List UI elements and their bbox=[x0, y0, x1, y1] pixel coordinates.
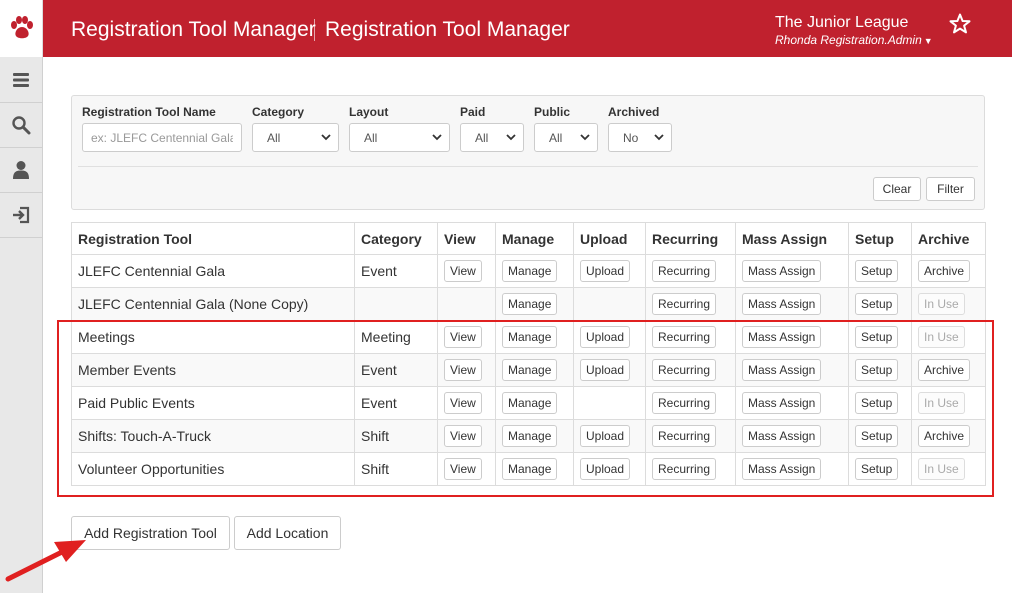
name-filter-input[interactable] bbox=[82, 123, 242, 152]
archived-select[interactable]: No bbox=[608, 123, 672, 152]
view-cell bbox=[437, 287, 496, 321]
column-header-category[interactable]: Category bbox=[354, 222, 438, 255]
org-name: The Junior League bbox=[775, 14, 909, 31]
paid-select-value: All bbox=[475, 131, 489, 145]
user-icon bbox=[13, 161, 29, 179]
chevron-down-icon bbox=[654, 134, 664, 141]
app-title[interactable]: Registration Tool Manager bbox=[71, 17, 316, 43]
clear-button[interactable]: Clear bbox=[873, 177, 921, 201]
archive-cell: Archive bbox=[911, 254, 986, 288]
search-button[interactable] bbox=[0, 103, 42, 148]
chevron-down-icon bbox=[506, 134, 516, 141]
column-header-setup: Setup bbox=[848, 222, 912, 255]
title-divider bbox=[314, 19, 315, 41]
top-header: Registration Tool Manager Registration T… bbox=[0, 0, 1012, 57]
column-header-mass-assign: Mass Assign bbox=[735, 222, 849, 255]
in-use-button: In Use bbox=[918, 293, 965, 315]
user-menu[interactable]: Rhonda Registration.Admin ▼ bbox=[775, 33, 933, 47]
caret-down-icon: ▼ bbox=[923, 36, 933, 46]
column-header-view: View bbox=[437, 222, 496, 255]
user-name: Rhonda Registration.Admin bbox=[775, 33, 922, 47]
view-cell: View bbox=[437, 254, 496, 288]
paid-select[interactable]: All bbox=[460, 123, 524, 152]
archive-cell: In Use bbox=[911, 287, 986, 321]
upload-button[interactable]: Upload bbox=[580, 260, 631, 282]
recurring-cell: Recurring bbox=[645, 254, 736, 288]
column-header-registration-tool[interactable]: Registration Tool bbox=[71, 222, 355, 255]
annotation-arrow-icon bbox=[5, 540, 86, 582]
star-icon[interactable] bbox=[948, 12, 972, 36]
logout-button[interactable] bbox=[0, 193, 42, 238]
table-header-row: Registration Tool Category View Manage U… bbox=[71, 222, 986, 255]
table-row: JLEFC Centennial Gala Event View Manage … bbox=[71, 254, 986, 288]
category-select-value: All bbox=[267, 131, 281, 145]
manage-cell: Manage bbox=[495, 254, 574, 288]
mass-assign-button[interactable]: Mass Assign bbox=[742, 260, 822, 282]
search-icon bbox=[12, 116, 31, 135]
filter-panel: Registration Tool Name Category All Layo… bbox=[71, 95, 985, 210]
filter-button[interactable]: Filter bbox=[926, 177, 975, 201]
filter-divider bbox=[78, 166, 978, 167]
paid-filter-label: Paid bbox=[460, 105, 486, 119]
left-sidebar bbox=[0, 57, 43, 593]
logout-icon bbox=[13, 206, 30, 224]
public-filter-label: Public bbox=[534, 105, 571, 119]
annotation-highlight-box bbox=[57, 320, 994, 497]
column-header-manage: Manage bbox=[495, 222, 574, 255]
layout-select[interactable]: All bbox=[349, 123, 450, 152]
mass-assign-cell: Mass Assign bbox=[735, 254, 849, 288]
manage-button[interactable]: Manage bbox=[502, 260, 558, 282]
archive-button[interactable]: Archive bbox=[918, 260, 971, 282]
view-button[interactable]: View bbox=[444, 260, 482, 282]
public-select-value: All bbox=[549, 131, 563, 145]
recurring-button[interactable]: Recurring bbox=[652, 260, 717, 282]
archived-select-value: No bbox=[623, 131, 639, 145]
category-select[interactable]: All bbox=[252, 123, 339, 152]
upload-cell: Upload bbox=[573, 254, 646, 288]
chevron-down-icon bbox=[580, 134, 590, 141]
recurring-cell: Recurring bbox=[645, 287, 736, 321]
recurring-button[interactable]: Recurring bbox=[652, 293, 717, 315]
setup-button[interactable]: Setup bbox=[855, 293, 899, 315]
tool-name-cell: JLEFC Centennial Gala (None Copy) bbox=[71, 287, 355, 321]
paw-icon bbox=[11, 16, 33, 39]
column-header-recurring: Recurring bbox=[645, 222, 736, 255]
manage-cell: Manage bbox=[495, 287, 574, 321]
upload-cell bbox=[573, 287, 646, 321]
menu-button[interactable] bbox=[0, 57, 42, 103]
category-cell: Event bbox=[354, 254, 438, 288]
tool-name-cell: JLEFC Centennial Gala bbox=[71, 254, 355, 288]
add-location-button[interactable]: Add Location bbox=[234, 516, 341, 550]
manage-button[interactable]: Manage bbox=[502, 293, 558, 315]
profile-button[interactable] bbox=[0, 148, 42, 193]
category-filter-label: Category bbox=[252, 105, 305, 119]
mass-assign-button[interactable]: Mass Assign bbox=[742, 293, 822, 315]
column-header-archive: Archive bbox=[911, 222, 986, 255]
name-filter-label: Registration Tool Name bbox=[82, 105, 216, 119]
table-row: JLEFC Centennial Gala (None Copy) Manage… bbox=[71, 287, 986, 321]
archived-filter-label: Archived bbox=[608, 105, 660, 119]
setup-cell: Setup bbox=[848, 287, 912, 321]
setup-button[interactable]: Setup bbox=[855, 260, 899, 282]
setup-cell: Setup bbox=[848, 254, 912, 288]
mass-assign-cell: Mass Assign bbox=[735, 287, 849, 321]
column-header-upload: Upload bbox=[573, 222, 646, 255]
logo[interactable] bbox=[0, 0, 43, 57]
category-cell bbox=[354, 287, 438, 321]
layout-select-value: All bbox=[364, 131, 378, 145]
chevron-down-icon bbox=[321, 134, 331, 141]
public-select[interactable]: All bbox=[534, 123, 598, 152]
layout-filter-label: Layout bbox=[349, 105, 389, 119]
page-title: Registration Tool Manager bbox=[325, 18, 570, 41]
menu-icon bbox=[13, 72, 29, 87]
chevron-down-icon bbox=[432, 134, 442, 141]
